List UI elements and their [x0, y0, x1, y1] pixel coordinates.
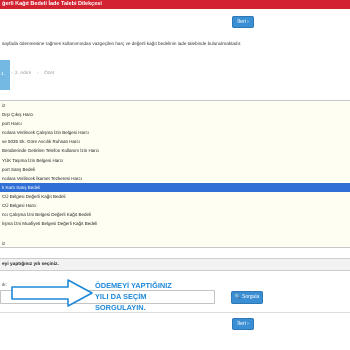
list-item[interactable]: Dışı Çıkış Harcı — [0, 110, 350, 120]
list-footer-text: iz — [2, 241, 6, 246]
list-item[interactable]: CÜ Belgesi Harcı — [0, 201, 350, 211]
list-item[interactable]: port Harcı — [0, 119, 350, 129]
chevron-right-icon: › — [247, 19, 249, 25]
search-icon: 🔍 — [234, 294, 241, 300]
list-item[interactable]: ncılara Verilecek İkamet Tezkeresi Harcı — [0, 173, 350, 183]
annotation-text: ÖDEMEYİ YAPTIĞINIZ YILI DA SEÇİM SORGULA… — [95, 280, 190, 313]
step-1-label: 1. — [1, 71, 5, 76]
section-header: eyi yaptığınız yılı seçiniz. — [0, 258, 350, 271]
annotation-line-2: YILI DA SEÇİM — [95, 292, 147, 301]
next-button-label: İleri — [237, 321, 247, 327]
list-item[interactable]: ncı Çalışma İzni Belgesi Değerli Kağıt B… — [0, 210, 350, 220]
next-button-bottom[interactable]: İleri› — [232, 318, 254, 330]
next-button-top[interactable]: İleri› — [232, 16, 254, 28]
chevron-right-icon: › — [247, 321, 249, 327]
annotation-line-1: ÖDEMEYİ YAPTIĞINIZ — [95, 281, 172, 290]
window-title: ğerli Kağıt Bedeli İade Talebi Dilekçesi — [2, 1, 102, 7]
list-item-selected[interactable]: k Kartı Satış Bedeli — [0, 182, 350, 192]
divider — [0, 312, 350, 313]
year-label: ılı: — [2, 282, 7, 287]
info-text: sayfada ödenmesine rağmen kullanımından … — [2, 41, 242, 46]
query-button[interactable]: 🔍Sorgula — [231, 291, 263, 304]
step-2-label: 2. Adım — [15, 71, 32, 76]
next-button-label: İleri — [237, 19, 247, 25]
step-separator-icon: › — [37, 71, 39, 76]
list-item[interactable]: ncılara Verilecek Çalışma İzin Belgesi H… — [0, 128, 350, 138]
list-item[interactable]: Beraberinde Getirilen Telefon Kullanım İ… — [0, 146, 350, 156]
list-item[interactable]: port Satış Bedeli — [0, 164, 350, 174]
step-separator-icon: › — [11, 71, 13, 76]
section-title: eyi yaptığınız yılı seçiniz. — [2, 262, 59, 267]
query-button-label: Sorgula — [242, 294, 260, 300]
list-item[interactable]: lışma İzni Muafiyeti Belgesi Değerli Kağ… — [0, 219, 350, 229]
list-item[interactable]: ve 5035 Sk. Göre Avcılık Ruhsatı Harcı — [0, 137, 350, 147]
arrow-right-icon — [11, 279, 93, 307]
list-item[interactable]: CÜ Belgesi Değerli Kağıt Bedeli — [0, 191, 350, 202]
list-item[interactable]: YÜK Taşıma İzin Belgesi Harcı — [0, 155, 350, 165]
window-title-bar: ğerli Kağıt Bedeli İade Talebi Dilekçesi — [0, 0, 350, 9]
list-item[interactable]: iz — [0, 101, 350, 111]
stepper: 1. › 2. Adım › Özet — [0, 60, 120, 90]
step-3-label: Özet — [44, 71, 55, 76]
fee-type-list[interactable]: iz Dışı Çıkış Harcı port Harcı ncılara V… — [0, 100, 350, 248]
